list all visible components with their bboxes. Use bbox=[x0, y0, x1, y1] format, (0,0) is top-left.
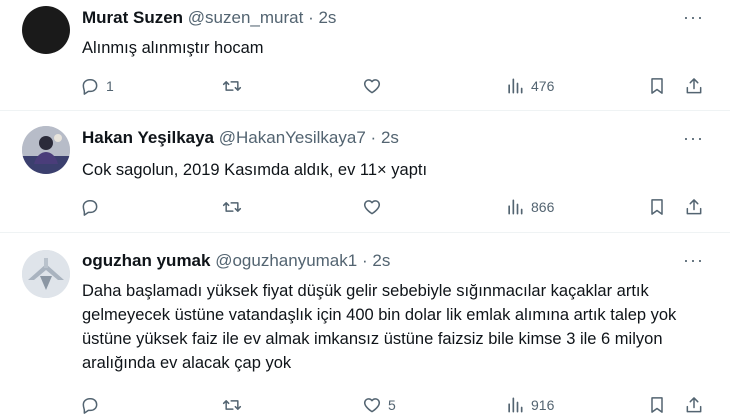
bookmark-icon bbox=[651, 199, 663, 215]
view-count: 476 bbox=[531, 78, 555, 94]
view-count: 866 bbox=[531, 199, 555, 215]
timestamp[interactable]: 2s bbox=[381, 128, 399, 147]
avatar-image bbox=[22, 126, 70, 174]
reply-icon bbox=[82, 79, 98, 95]
more-icon[interactable]: ··· bbox=[683, 129, 704, 147]
reply-icon bbox=[82, 398, 98, 414]
tweet-text: Alınmış alınmıştır hocam bbox=[82, 39, 264, 57]
bookmark-icon bbox=[651, 397, 663, 413]
separator: · bbox=[370, 128, 377, 147]
share-button[interactable] bbox=[684, 74, 704, 98]
share-icon bbox=[686, 397, 702, 413]
retweet-button[interactable] bbox=[222, 74, 248, 98]
views-icon bbox=[508, 78, 523, 94]
avatar[interactable] bbox=[22, 126, 70, 174]
tweet[interactable]: Murat Suzen @suzen_murat · 2s ··· Alınmı… bbox=[0, 0, 730, 111]
like-icon bbox=[363, 200, 381, 215]
share-button[interactable] bbox=[684, 393, 704, 417]
like-icon bbox=[363, 79, 381, 94]
separator: · bbox=[361, 251, 368, 270]
share-button[interactable] bbox=[684, 195, 704, 219]
tweet-header: Murat Suzen @suzen_murat · 2s bbox=[82, 7, 336, 29]
timestamp[interactable]: 2s bbox=[318, 8, 336, 27]
like-button[interactable]: 5 bbox=[362, 393, 396, 417]
action-bar: 866 bbox=[0, 195, 730, 219]
author-handle[interactable]: @HakanYesilkaya7 bbox=[219, 128, 366, 147]
timestamp[interactable]: 2s bbox=[372, 251, 390, 270]
retweet-button[interactable] bbox=[222, 195, 248, 219]
reply-button[interactable]: 1 bbox=[80, 74, 114, 98]
like-button[interactable] bbox=[362, 195, 388, 219]
more-icon[interactable]: ··· bbox=[683, 251, 704, 269]
view-count: 916 bbox=[531, 397, 555, 413]
action-bar: 5 916 bbox=[0, 393, 730, 417]
tweet[interactable]: oguzhan yumak @oguzhanyumak1 · 2s ··· Da… bbox=[0, 233, 730, 420]
retweet-icon bbox=[222, 202, 242, 212]
tweet-header: Hakan Yeşilkaya @HakanYesilkaya7 · 2s bbox=[82, 127, 399, 149]
action-bar: 1 476 bbox=[0, 74, 730, 98]
retweet-icon bbox=[222, 81, 242, 91]
author-name[interactable]: Murat Suzen bbox=[82, 8, 183, 27]
reply-button[interactable] bbox=[80, 195, 106, 219]
views-button[interactable]: 476 bbox=[505, 74, 554, 98]
avatar[interactable] bbox=[22, 250, 70, 298]
tweet-text: Daha başlamadı yüksek fiyat düşük gelir … bbox=[82, 282, 677, 372]
share-icon bbox=[686, 78, 702, 94]
tweet-header: oguzhan yumak @oguzhanyumak1 · 2s bbox=[82, 250, 390, 272]
views-icon bbox=[508, 199, 523, 215]
like-icon bbox=[363, 398, 381, 413]
reply-icon bbox=[82, 200, 98, 216]
avatar-image bbox=[22, 250, 70, 298]
more-icon[interactable]: ··· bbox=[683, 8, 704, 26]
bookmark-button[interactable] bbox=[647, 195, 667, 219]
bookmark-icon bbox=[651, 78, 663, 94]
author-name[interactable]: oguzhan yumak bbox=[82, 251, 210, 270]
bookmark-button[interactable] bbox=[647, 393, 667, 417]
retweet-button[interactable] bbox=[222, 393, 248, 417]
like-count: 5 bbox=[388, 397, 396, 413]
views-button[interactable]: 916 bbox=[505, 393, 554, 417]
views-button[interactable]: 866 bbox=[505, 195, 554, 219]
author-handle[interactable]: @oguzhanyumak1 bbox=[215, 251, 357, 270]
author-handle[interactable]: @suzen_murat bbox=[188, 8, 304, 27]
reply-count: 1 bbox=[106, 78, 114, 94]
author-name[interactable]: Hakan Yeşilkaya bbox=[82, 128, 214, 147]
share-icon bbox=[686, 199, 702, 215]
views-icon bbox=[508, 397, 523, 413]
like-button[interactable] bbox=[362, 74, 388, 98]
tweet-text: Cok sagolun, 2019 Kasımda aldık, ev 11× … bbox=[82, 161, 428, 179]
avatar[interactable] bbox=[22, 6, 70, 54]
retweet-icon bbox=[222, 400, 242, 410]
separator: · bbox=[308, 8, 314, 27]
tweet[interactable]: Hakan Yeşilkaya @HakanYesilkaya7 · 2s ··… bbox=[0, 111, 730, 233]
reply-button[interactable] bbox=[80, 393, 106, 417]
bookmark-button[interactable] bbox=[647, 74, 667, 98]
